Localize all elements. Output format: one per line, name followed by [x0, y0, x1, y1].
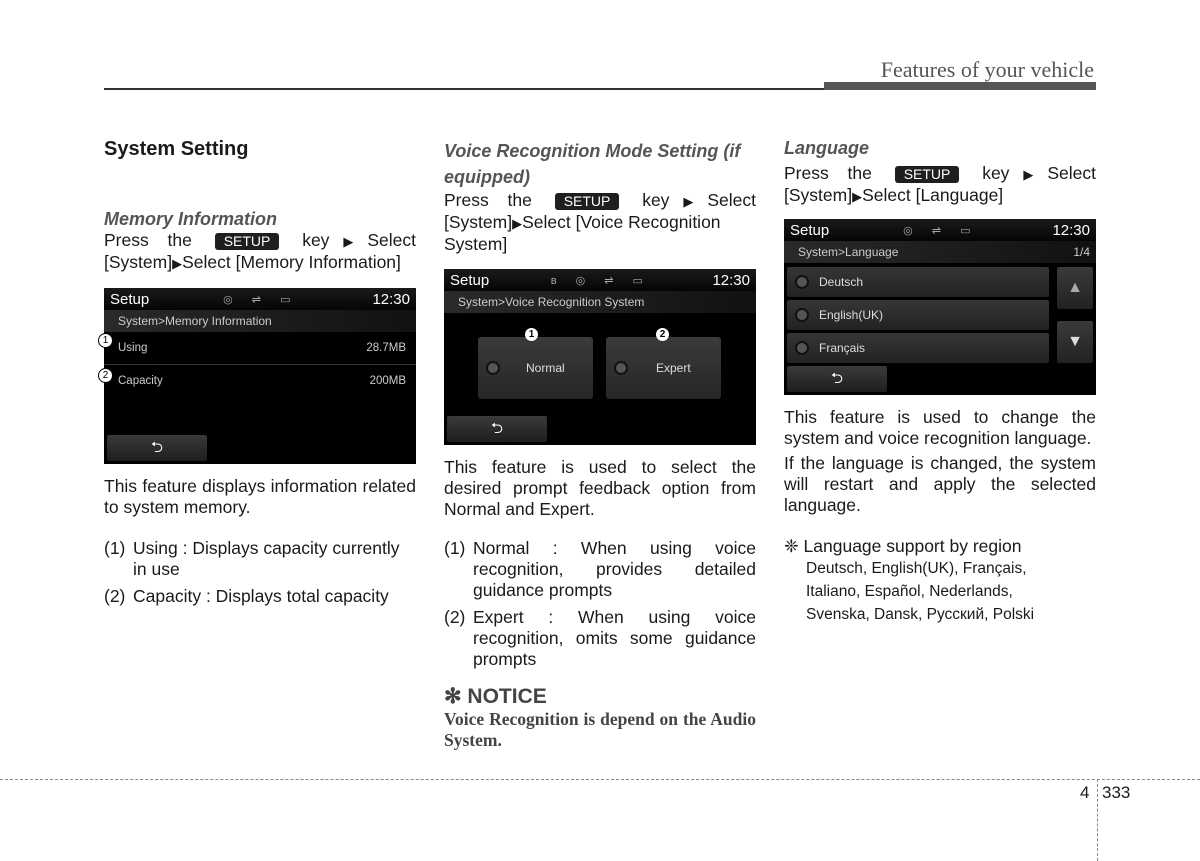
- screen-title: Setup: [790, 221, 830, 239]
- breadcrumb: System>Language 1/4: [784, 241, 1096, 263]
- language-option[interactable]: Deutsch: [787, 267, 1049, 297]
- memory-section: System Setting Memory Information Press …: [98, 138, 416, 607]
- status-icons: ʙ ◎ ⇌ ▭: [550, 274, 651, 287]
- setup-key: SETUP: [214, 233, 280, 250]
- language-restart-note: If the language is changed, the system w…: [784, 453, 1096, 515]
- support-line: Svenska, Dansk, Русский, Polski: [806, 606, 1035, 623]
- back-button[interactable]: ⮌: [107, 435, 207, 461]
- back-icon: ⮌: [150, 439, 163, 456]
- radio-icon: [795, 275, 809, 289]
- voice-screen: Setup ʙ ◎ ⇌ ▭ 12:30 System>Voice Recogniti…: [444, 269, 756, 445]
- screen-title: Setup: [450, 271, 490, 289]
- arrow-up-icon: ▲: [1067, 279, 1083, 296]
- list-item: (1) Normal : When using voice recognition…: [444, 538, 756, 600]
- list-item: (1) Using : Displays capacity currently i…: [104, 538, 400, 579]
- language-section: Language Press the SETUP key▶Select [Sys…: [784, 138, 1096, 626]
- clock: 12:30: [372, 290, 410, 308]
- language-screen: Setup ◎ ⇌ ▭ 12:30 System>Language 1/4 Deuts…: [784, 219, 1096, 395]
- voice-heading: Voice Recognition Mode Setting (if equip…: [444, 141, 741, 187]
- clock: 12:30: [1052, 221, 1090, 239]
- screen-title: Setup: [110, 290, 150, 308]
- status-icons: ◎ ⇌ ▭: [223, 293, 299, 306]
- setup-key: SETUP: [894, 166, 960, 183]
- notice-body: Voice Recognition is depend on the Audio…: [444, 709, 756, 750]
- back-icon: ⮌: [830, 370, 843, 387]
- radio-icon: [614, 361, 628, 375]
- support-title: ❈ Language support by region: [784, 536, 1022, 556]
- footer-rule: [0, 779, 1200, 780]
- back-button[interactable]: ⮌: [447, 416, 547, 442]
- voice-description: This feature is used to select the desir…: [444, 457, 756, 519]
- language-option[interactable]: Français: [787, 333, 1049, 363]
- option-normal[interactable]: Normal: [478, 337, 593, 399]
- memory-row-capacity: Capacity 200MB: [118, 375, 406, 387]
- option-expert[interactable]: Expert: [606, 337, 721, 399]
- section-number: 4: [1080, 783, 1090, 802]
- breadcrumb: System>Memory Information: [104, 310, 416, 332]
- list-item: (2) Capacity : Displays total capacity: [104, 586, 389, 606]
- language-description: This feature is used to change the syste…: [784, 407, 1096, 448]
- language-heading: Language: [784, 138, 870, 158]
- notice-title: ✻ NOTICE: [444, 685, 547, 708]
- page-indicator: 1/4: [1073, 245, 1090, 259]
- list-item: (2) Expert : When using voice recognition…: [444, 607, 756, 669]
- clock: 12:30: [712, 271, 750, 289]
- memory-row-using: Using 28.7MB: [104, 332, 416, 365]
- language-option[interactable]: English(UK): [787, 300, 1049, 330]
- memory-screen: Setup ◎ ⇌ ▭ 12:30 System>Memory Informatio…: [104, 288, 416, 464]
- callout-2: 2: [656, 328, 669, 341]
- support-line: Italiano, Español, Nederlands,: [806, 583, 1013, 600]
- memory-subheading: Memory Information: [104, 209, 278, 229]
- footer-divider: [1097, 779, 1098, 861]
- header-rule: [104, 88, 824, 90]
- back-button[interactable]: ⮌: [787, 366, 887, 392]
- header-bar: [824, 82, 1096, 90]
- status-icons: ◎ ⇌ ▭: [903, 224, 979, 237]
- memory-description: This feature displays information relate…: [104, 476, 416, 517]
- instruction-line1: Press the SETUP key▶Select: [104, 230, 416, 250]
- voice-section: Voice Recognition Mode Setting (if equip…: [444, 138, 756, 751]
- header-title: Features of your vehicle: [880, 57, 1094, 82]
- radio-icon: [795, 341, 809, 355]
- instruction-line1: Press the SETUP key▶Select: [784, 163, 1096, 183]
- instruction-line1: Press the SETUP key▶Select: [444, 190, 756, 210]
- radio-icon: [486, 361, 500, 375]
- callout-2: 2: [98, 368, 113, 383]
- callout-1: 1: [98, 333, 113, 348]
- scroll-down-button[interactable]: ▼: [1057, 321, 1093, 363]
- breadcrumb: System>Voice Recognition System: [444, 291, 756, 313]
- scroll-up-button[interactable]: ▲: [1057, 267, 1093, 309]
- callout-1: 1: [525, 328, 538, 341]
- arrow-down-icon: ▼: [1067, 333, 1083, 350]
- instruction-line2: [System]▶Select [Voice Recognition Syste…: [444, 212, 721, 254]
- setup-key: SETUP: [554, 193, 620, 210]
- radio-icon: [795, 308, 809, 322]
- support-line: Deutsch, English(UK), Français,: [806, 560, 1027, 577]
- back-icon: ⮌: [490, 420, 503, 437]
- instruction-line2: [System]▶Select [Memory Information]: [104, 252, 401, 272]
- section-heading: System Setting: [104, 138, 249, 160]
- instruction-line2: [System]▶Select [Language]: [784, 185, 1004, 205]
- page-number: 333: [1102, 783, 1131, 802]
